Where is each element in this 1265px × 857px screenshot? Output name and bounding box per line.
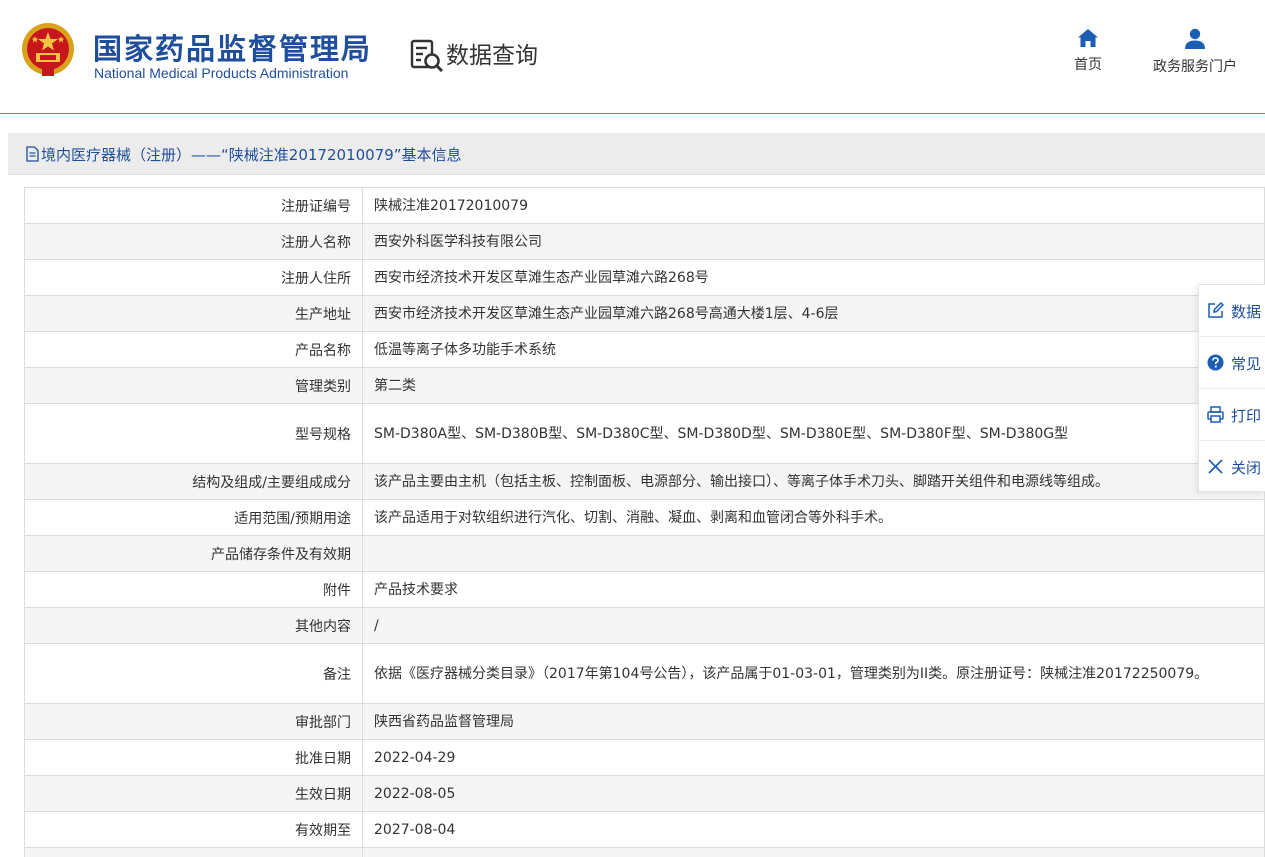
table-row: 有效期至 2027-08-04 xyxy=(24,811,1265,848)
field-value: 该产品适用于对软组织进行汽化、切割、消融、凝血、剥离和血管闭合等外科手术。 xyxy=(362,499,1265,536)
page-title: 数据查询 xyxy=(446,43,538,69)
panel-header: 境内医疗器械（注册）——“陕械注准20172010079”基本信息 xyxy=(8,133,1265,175)
side-toolbar: 数据 常见 打印 关闭 xyxy=(1198,284,1265,492)
field-value xyxy=(362,847,1265,857)
table-row: 产品名称 低温等离子体多功能手术系统 xyxy=(24,331,1265,368)
table-row: 其他内容 / xyxy=(24,607,1265,644)
device-info-table: 注册证编号 陕械注准20172010079 注册人名称 西安外科医学科技有限公司 注册人… xyxy=(24,187,1265,857)
table-row: 管理类别 第二类 xyxy=(24,367,1265,404)
help-icon xyxy=(1207,354,1224,371)
table-row: 结构及组成/主要组成成分 该产品主要由主机（包括主板、控制面板、电源部分、输出接口… xyxy=(24,463,1265,500)
table-row: 注册人住所 西安市经济技术开发区草滩生态产业园草滩六路268号 xyxy=(24,259,1265,296)
table-row: 备注 依据《医疗器械分类目录》（2017年第104号公告），该产品属于01-03-… xyxy=(24,643,1265,704)
data-query-icon xyxy=(410,39,444,72)
field-label: 注册证编号 xyxy=(24,187,363,224)
side-data-button[interactable]: 数据 xyxy=(1199,285,1265,337)
field-value: 产品技术要求 xyxy=(362,571,1265,608)
field-label: 注册人名称 xyxy=(24,223,363,260)
table-row: 产品储存条件及有效期 xyxy=(24,535,1265,572)
site-header: 国家药品监督管理局 National Medical Products Admi… xyxy=(0,0,1265,114)
field-value: 依据《医疗器械分类目录》（2017年第104号公告），该产品属于01-03-01… xyxy=(362,643,1265,704)
field-label: 结构及组成/主要组成成分 xyxy=(24,463,363,500)
side-data-label: 数据 xyxy=(1231,303,1262,321)
field-value: 陕械注准20172010079 xyxy=(362,187,1265,224)
field-label: 变更情况 xyxy=(24,847,363,857)
field-label: 其他内容 xyxy=(24,607,363,644)
field-label: 产品名称 xyxy=(24,331,363,368)
field-label: 附件 xyxy=(24,571,363,608)
field-value: SM-D380A型、SM-D380B型、SM-D380C型、SM-D380D型、… xyxy=(362,403,1265,464)
field-label: 有效期至 xyxy=(24,811,363,848)
field-value: 西安市经济技术开发区草滩生态产业园草滩六路268号高通大楼1层、4-6层 xyxy=(362,295,1265,332)
nav-home-link[interactable]: 首页 xyxy=(1068,28,1108,74)
table-row: 型号规格 SM-D380A型、SM-D380B型、SM-D380C型、SM-D38… xyxy=(24,403,1265,464)
field-value: / xyxy=(362,607,1265,644)
field-label: 产品储存条件及有效期 xyxy=(24,535,363,572)
close-icon xyxy=(1208,459,1223,474)
field-value: 2022-08-05 xyxy=(362,775,1265,812)
field-label: 注册人住所 xyxy=(24,259,363,296)
national-emblem-icon xyxy=(22,23,74,76)
field-value: 低温等离子体多功能手术系统 xyxy=(362,331,1265,368)
side-faq-label: 常见 xyxy=(1231,355,1262,373)
nav-home-label: 首页 xyxy=(1074,57,1102,73)
table-row: 生产地址 西安市经济技术开发区草滩生态产业园草滩六路268号高通大楼1层、4-6层 xyxy=(24,295,1265,332)
side-print-label: 打印 xyxy=(1231,407,1262,425)
field-label: 型号规格 xyxy=(24,403,363,464)
table-row: 附件 产品技术要求 xyxy=(24,571,1265,608)
field-label: 批准日期 xyxy=(24,739,363,776)
field-label: 备注 xyxy=(24,643,363,704)
field-label: 生效日期 xyxy=(24,775,363,812)
field-value: 西安市经济技术开发区草滩生态产业园草滩六路268号 xyxy=(362,259,1265,296)
panel-title: 境内医疗器械（注册）——“陕械注准20172010079”基本信息 xyxy=(41,146,462,164)
table-row: 变更情况 xyxy=(24,847,1265,857)
field-label: 管理类别 xyxy=(24,367,363,404)
side-close-button[interactable]: 关闭 xyxy=(1199,441,1265,491)
field-label: 审批部门 xyxy=(24,703,363,740)
field-label: 生产地址 xyxy=(24,295,363,332)
field-value: 西安外科医学科技有限公司 xyxy=(362,223,1265,260)
document-icon xyxy=(26,146,39,162)
table-row: 注册人名称 西安外科医学科技有限公司 xyxy=(24,223,1265,260)
side-close-label: 关闭 xyxy=(1231,459,1262,477)
side-faq-button[interactable]: 常见 xyxy=(1199,337,1265,389)
field-value: 2022-04-29 xyxy=(362,739,1265,776)
detail-panel: 境内医疗器械（注册）——“陕械注准20172010079”基本信息 注册证编号陕… xyxy=(8,133,1265,857)
table-row: 生效日期 2022-08-05 xyxy=(24,775,1265,812)
site-brand-title: 国家药品监督管理局 xyxy=(93,32,373,66)
field-value: 该产品主要由主机（包括主板、控制面板、电源部分、输出接口）、等离子体手术刀头、脚… xyxy=(362,463,1265,500)
table-row: 审批部门 陕西省药品监督管理局 xyxy=(24,703,1265,740)
user-icon xyxy=(1185,28,1205,49)
print-icon xyxy=(1207,406,1224,423)
site-brand-subtitle: National Medical Products Administration xyxy=(94,65,349,81)
nav-gov-portal-label: 政务服务门户 xyxy=(1153,59,1237,75)
field-label: 适用范围/预期用途 xyxy=(24,499,363,536)
table-row: 适用范围/预期用途 该产品适用于对软组织进行汽化、切割、消融、凝血、剥离和血管闭合… xyxy=(24,499,1265,536)
field-value xyxy=(362,535,1265,572)
table-row: 批准日期 2022-04-29 xyxy=(24,739,1265,776)
home-icon xyxy=(1078,29,1098,47)
table-row: 注册证编号 陕械注准20172010079 xyxy=(24,187,1265,224)
field-value: 2027-08-04 xyxy=(362,811,1265,848)
field-value: 陕西省药品监督管理局 xyxy=(362,703,1265,740)
side-print-button[interactable]: 打印 xyxy=(1199,389,1265,441)
edit-icon xyxy=(1208,302,1224,318)
field-value: 第二类 xyxy=(362,367,1265,404)
nav-gov-portal-link[interactable]: 政务服务门户 xyxy=(1147,28,1243,76)
